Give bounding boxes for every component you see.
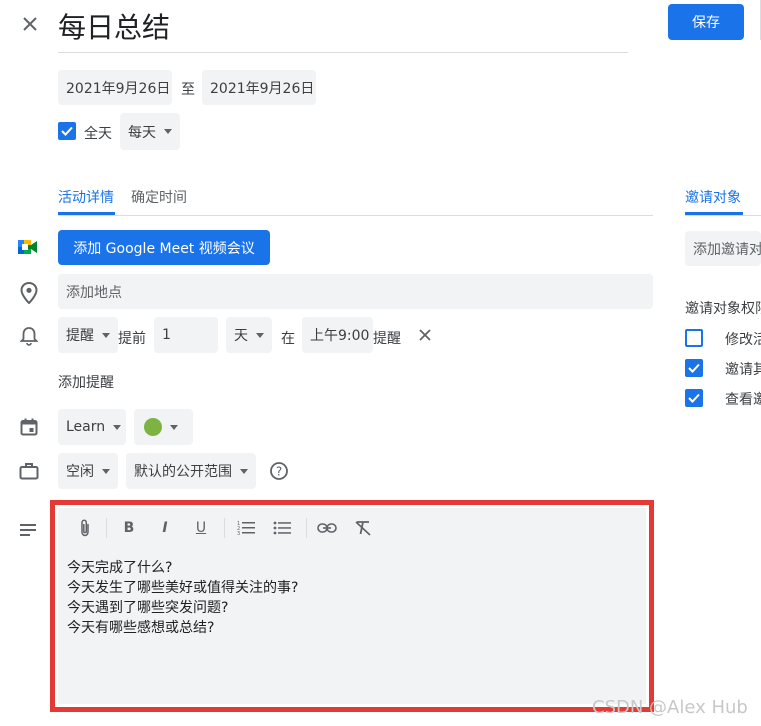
permission-label-invite: 邀请其 (725, 362, 761, 378)
repeat-select[interactable]: 每天 (120, 113, 180, 150)
reminder-before-label: 提前 (118, 331, 146, 347)
date-separator: 至 (181, 82, 195, 98)
description-icon (20, 521, 36, 536)
reminder-time-value: 上午9:00 (310, 328, 370, 344)
close-icon[interactable] (18, 12, 42, 36)
end-date-field[interactable]: 2021年9月26日 (202, 70, 316, 105)
reminder-amount-value: 1 (162, 327, 171, 343)
tab-find-time[interactable]: 确定时间 (131, 187, 187, 207)
reminder-unit-value: 天 (234, 328, 248, 344)
calendar-name: Learn (66, 419, 106, 435)
chevron-down-icon (102, 468, 110, 474)
watermark: CSDN @Alex Hub (592, 697, 748, 718)
end-date-text: 2021年9月26日 (210, 80, 315, 97)
reminder-type-select[interactable]: 提醒 (58, 317, 118, 353)
google-meet-icon (18, 238, 38, 256)
remove-reminder-icon[interactable] (417, 327, 433, 343)
location-placeholder: 添加地点 (66, 284, 122, 301)
help-icon[interactable]: ? (269, 461, 289, 481)
reminder-type-value: 提醒 (66, 328, 94, 344)
reminder-suffix: 提醒 (373, 331, 401, 347)
permission-checkbox-modify[interactable] (685, 329, 703, 347)
tab-event-details[interactable]: 活动详情 (58, 187, 114, 207)
reminder-unit-select[interactable]: 天 (226, 317, 272, 353)
calendar-select[interactable]: Learn (58, 409, 126, 445)
allday-checkbox[interactable] (58, 122, 76, 140)
calendar-color-dot (144, 418, 162, 436)
chevron-down-icon (102, 332, 110, 338)
title-input[interactable]: 每日总结 (58, 8, 628, 53)
color-select[interactable] (134, 409, 193, 445)
availability-select[interactable]: 空闲 (58, 453, 118, 489)
reminder-at-label: 在 (281, 331, 295, 347)
availability-value: 空闲 (66, 464, 94, 480)
chevron-down-icon (164, 129, 172, 134)
bell-icon (19, 326, 39, 346)
add-reminder-link[interactable]: 添加提醒 (58, 372, 114, 392)
guests-tabs-divider (685, 215, 761, 216)
reminder-time-field[interactable]: 上午9:00 (302, 317, 373, 353)
calendar-icon (20, 418, 38, 436)
start-date-field[interactable]: 2021年9月26日 (58, 70, 172, 105)
guest-permissions-title: 邀请对象权限 (685, 301, 761, 317)
svg-text:?: ? (276, 465, 282, 479)
start-date-text: 2021年9月26日 (66, 80, 171, 97)
chevron-down-icon (170, 424, 178, 430)
location-input[interactable]: 添加地点 (58, 274, 653, 309)
tab-guests[interactable]: 邀请对象 (685, 187, 741, 207)
permission-checkbox-invite[interactable] (685, 359, 703, 377)
visibility-select[interactable]: 默认的公开范围 (126, 453, 256, 489)
reminder-amount-input[interactable]: 1 (154, 317, 218, 353)
permission-label-modify: 修改活 (725, 332, 761, 348)
chevron-down-icon (113, 424, 122, 430)
allday-label: 全天 (84, 126, 112, 142)
repeat-value: 每天 (128, 124, 156, 141)
permission-checkbox-see-list[interactable] (685, 389, 703, 407)
tabs-divider (58, 215, 653, 216)
add-meet-button[interactable]: 添加 Google Meet 视频会议 (58, 230, 270, 265)
add-guest-placeholder: 添加邀请对 (693, 241, 761, 258)
highlight-frame (50, 500, 654, 712)
briefcase-icon (19, 462, 39, 480)
chevron-down-icon (256, 332, 264, 338)
visibility-value: 默认的公开范围 (134, 464, 232, 480)
save-button[interactable]: 保存 (668, 4, 744, 40)
chevron-down-icon (240, 468, 248, 474)
add-guest-input[interactable]: 添加邀请对 (685, 231, 761, 266)
location-icon (20, 281, 38, 305)
permission-label-see-list: 查看邀 (725, 392, 761, 408)
